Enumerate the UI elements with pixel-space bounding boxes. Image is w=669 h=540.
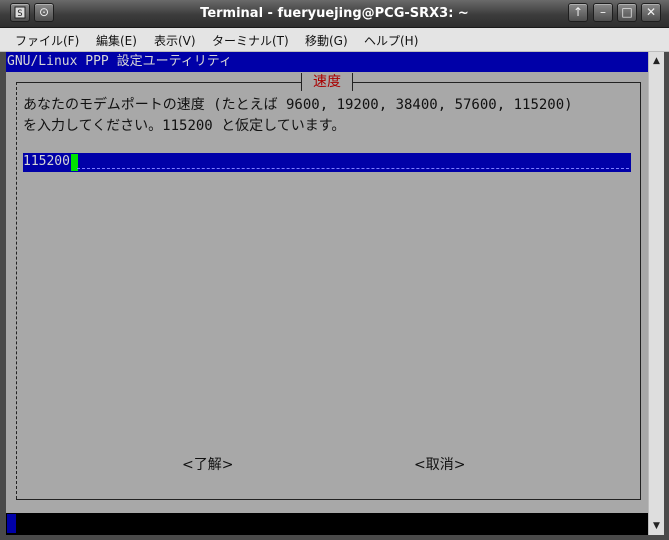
status-cursor: [7, 514, 16, 533]
dialog-prompt-line-1: あなたのモデムポートの速度 (たとえば 9600, 19200, 38400, …: [23, 97, 573, 113]
app-header: GNU/Linux PPP 設定ユーティリティ: [6, 52, 648, 72]
menu-bar: ファイル(F) 編集(E) 表示(V) ターミナル(T) 移動(G) ヘルプ(H…: [0, 28, 669, 52]
close-button[interactable]: ✕: [641, 3, 661, 22]
status-bar: [6, 513, 648, 535]
dialog-border-left: [16, 82, 17, 499]
window-titlebar[interactable]: S ⊙ Terminal - fueryuejing@PCG-SRX3: ~ ↑…: [0, 0, 669, 28]
speed-input-value: 115200: [23, 154, 70, 169]
cancel-button[interactable]: <取消>: [414, 454, 465, 474]
scroll-up-icon[interactable]: ▲: [649, 54, 664, 68]
dialog-border-bottom: [16, 499, 641, 500]
ok-button[interactable]: <了解>: [182, 454, 233, 474]
speed-input[interactable]: 115200: [23, 153, 631, 172]
minimize-icon: –: [600, 5, 606, 19]
menu-edit[interactable]: 編集(E): [96, 32, 137, 49]
input-underline: [77, 168, 629, 169]
maximize-icon: □: [621, 5, 633, 19]
minimize-button[interactable]: –: [593, 3, 613, 22]
dialog-prompt-line-2: を入力してください。115200 と仮定しています。: [23, 118, 346, 134]
dialog-border-right: [640, 82, 641, 499]
menu-view[interactable]: 表示(V): [154, 32, 196, 49]
dialog-title: 速度: [301, 73, 353, 91]
close-icon: ✕: [645, 5, 657, 19]
dialog-border-top-right: [352, 82, 641, 83]
menu-file[interactable]: ファイル(F): [15, 32, 79, 49]
scroll-down-icon[interactable]: ▼: [649, 519, 664, 533]
menu-help[interactable]: ヘルプ(H): [364, 32, 418, 49]
terminal-screen[interactable]: GNU/Linux PPP 設定ユーティリティ 速度 あなたのモデムポートの速度…: [6, 52, 648, 535]
maximize-button[interactable]: □: [617, 3, 637, 22]
dialog-border-top-left: [16, 82, 301, 83]
menu-go[interactable]: 移動(G): [305, 32, 348, 49]
arrow-up-icon: ↑: [572, 5, 584, 19]
vertical-scrollbar[interactable]: ▲ ▼: [648, 52, 664, 535]
shade-button[interactable]: ↑: [568, 3, 588, 22]
menu-terminal[interactable]: ターミナル(T): [212, 32, 289, 49]
